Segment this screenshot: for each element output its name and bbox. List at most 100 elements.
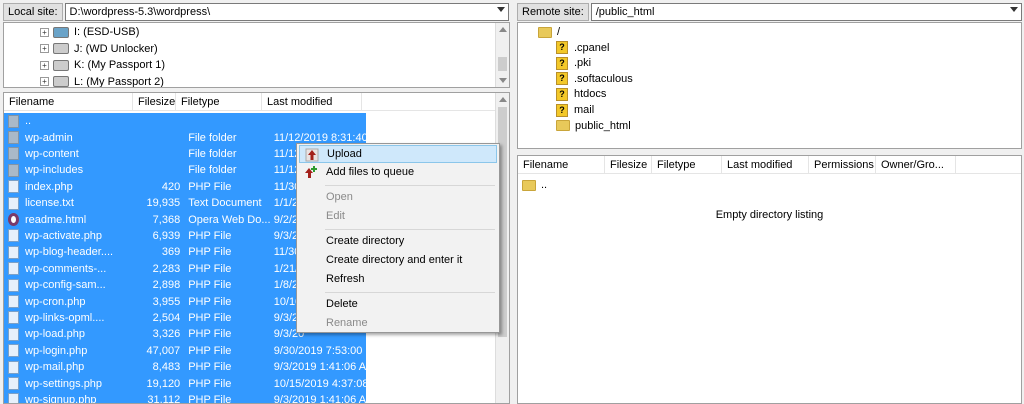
cell-filetype: PHP File — [188, 295, 232, 308]
unknown-folder-icon: ? — [556, 41, 568, 55]
file-icon — [8, 295, 19, 309]
folder-icon — [8, 163, 19, 177]
cell-filetype: PHP File — [188, 279, 232, 292]
table-row[interactable]: wp-mail.php 8,483 PHP File 9/3/2019 1:41:06… — [4, 359, 367, 376]
local-site-label: Local site: — [3, 3, 63, 21]
menu-item-upload[interactable]: Upload — [299, 145, 497, 163]
col-last-modified[interactable]: Last modified — [722, 156, 809, 173]
drive-icon — [53, 59, 69, 71]
list-item[interactable]: .. — [522, 177, 547, 193]
remote-site-bar: Remote site: /public_html — [517, 2, 1022, 22]
col-filesize[interactable]: Filesize — [605, 156, 652, 173]
menu-label: Open — [326, 191, 353, 203]
menu-item-refresh[interactable]: Refresh — [299, 270, 497, 288]
cell-filesize: 3,326 — [152, 328, 181, 341]
table-row[interactable]: wp-settings.php 19,120 PHP File 10/15/2019 … — [4, 375, 366, 392]
menu-separator — [325, 185, 495, 186]
cell-filename: wp-settings.php — [25, 377, 103, 390]
cell-filetype: PHP File — [188, 344, 232, 357]
add-queue-icon — [305, 166, 317, 178]
table-row[interactable]: wp-login.php 47,007 PHP File 9/30/2019 7:53… — [4, 342, 366, 359]
local-site-bar: Local site: D:\wordpress-5.3\wordpress\ — [3, 2, 509, 22]
chevron-down-icon[interactable] — [497, 7, 505, 12]
tree-item[interactable]: + L: (My Passport 2) — [40, 74, 164, 88]
tree-label: public_html — [575, 119, 631, 132]
empty-listing-message: Empty directory listing — [715, 209, 824, 221]
cell-modified: 9/3/2019 1:41:06 AM — [273, 361, 367, 374]
tree-item[interactable]: + J: (WD Unlocker) — [40, 41, 158, 57]
cell-filesize: 19,120 — [146, 377, 181, 390]
table-row[interactable]: wp-signup.php 31,112 PHP File 9/3/2019 1:41… — [4, 391, 366, 403]
local-tree-scrollbar[interactable] — [495, 23, 509, 87]
expand-icon[interactable]: + — [40, 60, 49, 70]
cell-filesize: 369 — [161, 246, 181, 259]
tree-item[interactable]: + K: (My Passport 1) — [40, 57, 165, 73]
cell-filename: wp-cron.php — [25, 295, 86, 308]
menu-label: Delete — [326, 298, 358, 310]
folder-icon — [538, 26, 552, 38]
tree-item[interactable]: ? .pki — [556, 55, 591, 71]
tree-item[interactable]: ? htdocs — [556, 86, 606, 102]
cell-filetype: Text Document — [188, 197, 262, 210]
tree-item[interactable]: ? mail — [556, 102, 594, 118]
cell-modified: 11/12/2019 8:31:40... — [273, 131, 366, 144]
expand-icon[interactable]: + — [40, 44, 49, 53]
col-permissions[interactable]: Permissions — [809, 156, 876, 173]
menu-item-delete[interactable]: Delete — [299, 295, 497, 313]
col-filename[interactable]: Filename — [4, 93, 133, 110]
menu-item-rename: Rename — [299, 314, 497, 332]
drive-icon — [53, 76, 69, 87]
cell-filename: wp-config-sam... — [25, 279, 106, 292]
local-tree[interactable]: + I: (ESD-USB) + J: (WD Unlocker) + K: (My Pa… — [3, 22, 510, 88]
cell-filename: wp-content — [25, 147, 79, 160]
remote-path-input[interactable]: /public_html — [590, 3, 1022, 21]
table-row[interactable]: .. — [4, 113, 366, 130]
file-icon — [8, 360, 19, 374]
scroll-up-icon[interactable] — [499, 97, 507, 102]
cell-filesize: 420 — [161, 180, 181, 193]
tree-label: / — [557, 26, 561, 38]
menu-label: Upload — [327, 148, 362, 160]
scroll-up-icon[interactable] — [499, 27, 507, 32]
col-filetype[interactable]: Filetype — [176, 93, 262, 110]
tree-item[interactable]: public_html — [556, 118, 631, 134]
menu-item-create-and-enter[interactable]: Create directory and enter it — [299, 251, 497, 269]
folder-icon — [8, 147, 19, 161]
tree-label: L: (My Passport 2) — [74, 75, 164, 88]
scroll-thumb[interactable] — [498, 57, 507, 71]
scroll-down-icon[interactable] — [499, 78, 507, 83]
col-last-modified[interactable]: Last modified — [262, 93, 362, 110]
chevron-down-icon[interactable] — [1010, 7, 1018, 12]
cell-filetype: PHP File — [188, 377, 232, 390]
cell-filesize: 2,504 — [152, 311, 181, 324]
tree-label: .pki — [574, 57, 592, 70]
remote-file-list[interactable]: Filename Filesize Filetype Last modified… — [517, 155, 1022, 404]
remote-list-header: Filename Filesize Filetype Last modified… — [518, 156, 1021, 174]
menu-item-add-to-queue[interactable]: Add files to queue — [299, 163, 497, 181]
col-filename[interactable]: Filename — [518, 156, 605, 173]
opera-icon — [8, 213, 19, 227]
expand-icon[interactable]: + — [40, 27, 49, 37]
local-path-input[interactable]: D:\wordpress-5.3\wordpress\ — [64, 3, 509, 21]
tree-item[interactable]: + I: (ESD-USB) — [40, 24, 139, 40]
tree-item[interactable]: ? .cpanel — [556, 40, 609, 56]
cell-filesize: 3,955 — [152, 295, 181, 308]
remote-tree[interactable]: /? .cpanel? .pki? .softaculous? htdocs? mail p… — [517, 22, 1022, 149]
drive-icon — [53, 43, 69, 54]
col-filetype[interactable]: Filetype — [652, 156, 722, 173]
cell-modified: 10/15/2019 4:37:08... — [273, 377, 366, 390]
tree-label: htdocs — [574, 88, 607, 101]
cell-filesize: 6,939 — [152, 229, 181, 242]
col-owner-group[interactable]: Owner/Gro... — [876, 156, 956, 173]
tree-label: .cpanel — [574, 41, 610, 54]
menu-label: Rename — [326, 317, 368, 329]
cell-filetype: PHP File — [188, 180, 232, 193]
tree-item[interactable]: / — [538, 24, 560, 40]
expand-icon[interactable]: + — [40, 77, 49, 86]
tree-item[interactable]: ? .softaculous — [556, 71, 633, 87]
cell-filetype: PHP File — [188, 229, 232, 242]
menu-item-create-directory[interactable]: Create directory — [299, 232, 497, 250]
cell-filetype: Opera Web Do... — [188, 213, 270, 226]
col-filesize[interactable]: Filesize — [133, 93, 176, 110]
cell-filename: index.php — [25, 180, 73, 193]
